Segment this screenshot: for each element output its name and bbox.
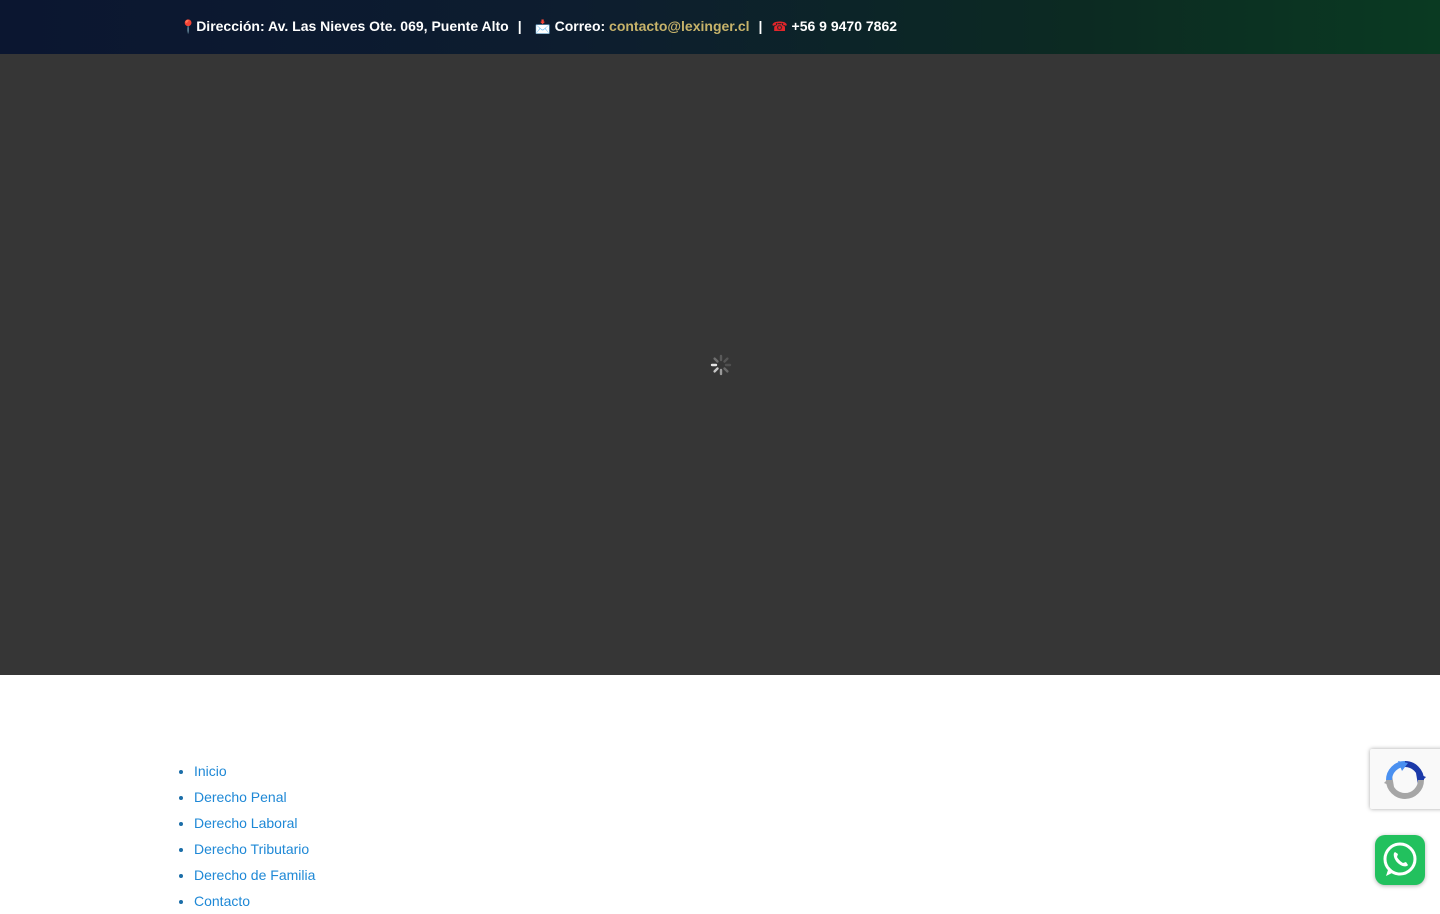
email-link[interactable]: contacto@lexinger.cl bbox=[609, 18, 749, 34]
nav-link-inicio[interactable]: Inicio bbox=[194, 763, 227, 779]
phone-text: +56 9 9470 7862 bbox=[791, 18, 898, 34]
nav-item-derecho-penal: Derecho Penal bbox=[194, 784, 315, 810]
nav-item-derecho-laboral: Derecho Laboral bbox=[194, 810, 315, 836]
separator: | bbox=[517, 18, 522, 34]
spinner-icon bbox=[710, 354, 732, 376]
nav-link-derecho-tributario[interactable]: Derecho Tributario bbox=[194, 841, 309, 857]
recaptcha-badge[interactable] bbox=[1370, 749, 1440, 809]
whatsapp-icon bbox=[1383, 842, 1417, 876]
mail-icon: 📩 bbox=[534, 20, 551, 35]
recaptcha-icon bbox=[1384, 761, 1426, 799]
top-contact-bar: 📍Dirección: Av. Las Nieves Ote. 069, Pue… bbox=[0, 0, 1440, 54]
email-label: Correo: bbox=[554, 18, 606, 34]
nav-item-derecho-familia: Derecho de Familia bbox=[194, 862, 315, 888]
separator: | bbox=[758, 18, 763, 34]
pin-icon: 📍 bbox=[180, 20, 197, 35]
main-nav-list: Inicio Derecho Penal Derecho Laboral Der… bbox=[178, 758, 315, 914]
nav-item-derecho-tributario: Derecho Tributario bbox=[194, 836, 315, 862]
nav-link-derecho-penal[interactable]: Derecho Penal bbox=[194, 789, 287, 805]
nav-link-derecho-laboral[interactable]: Derecho Laboral bbox=[194, 815, 298, 831]
address-text: Dirección: Av. Las Nieves Ote. 069, Puen… bbox=[196, 18, 509, 34]
telephone-icon: ☎ bbox=[771, 20, 788, 35]
nav-link-derecho-familia[interactable]: Derecho de Familia bbox=[194, 867, 315, 883]
whatsapp-button[interactable] bbox=[1375, 835, 1425, 885]
contact-info: 📍Dirección: Av. Las Nieves Ote. 069, Pue… bbox=[180, 17, 897, 37]
nav-link-contacto[interactable]: Contacto bbox=[194, 893, 250, 909]
nav-item-contacto: Contacto bbox=[194, 888, 315, 914]
nav-item-inicio: Inicio bbox=[194, 758, 315, 784]
page-loader-overlay bbox=[0, 54, 1440, 675]
